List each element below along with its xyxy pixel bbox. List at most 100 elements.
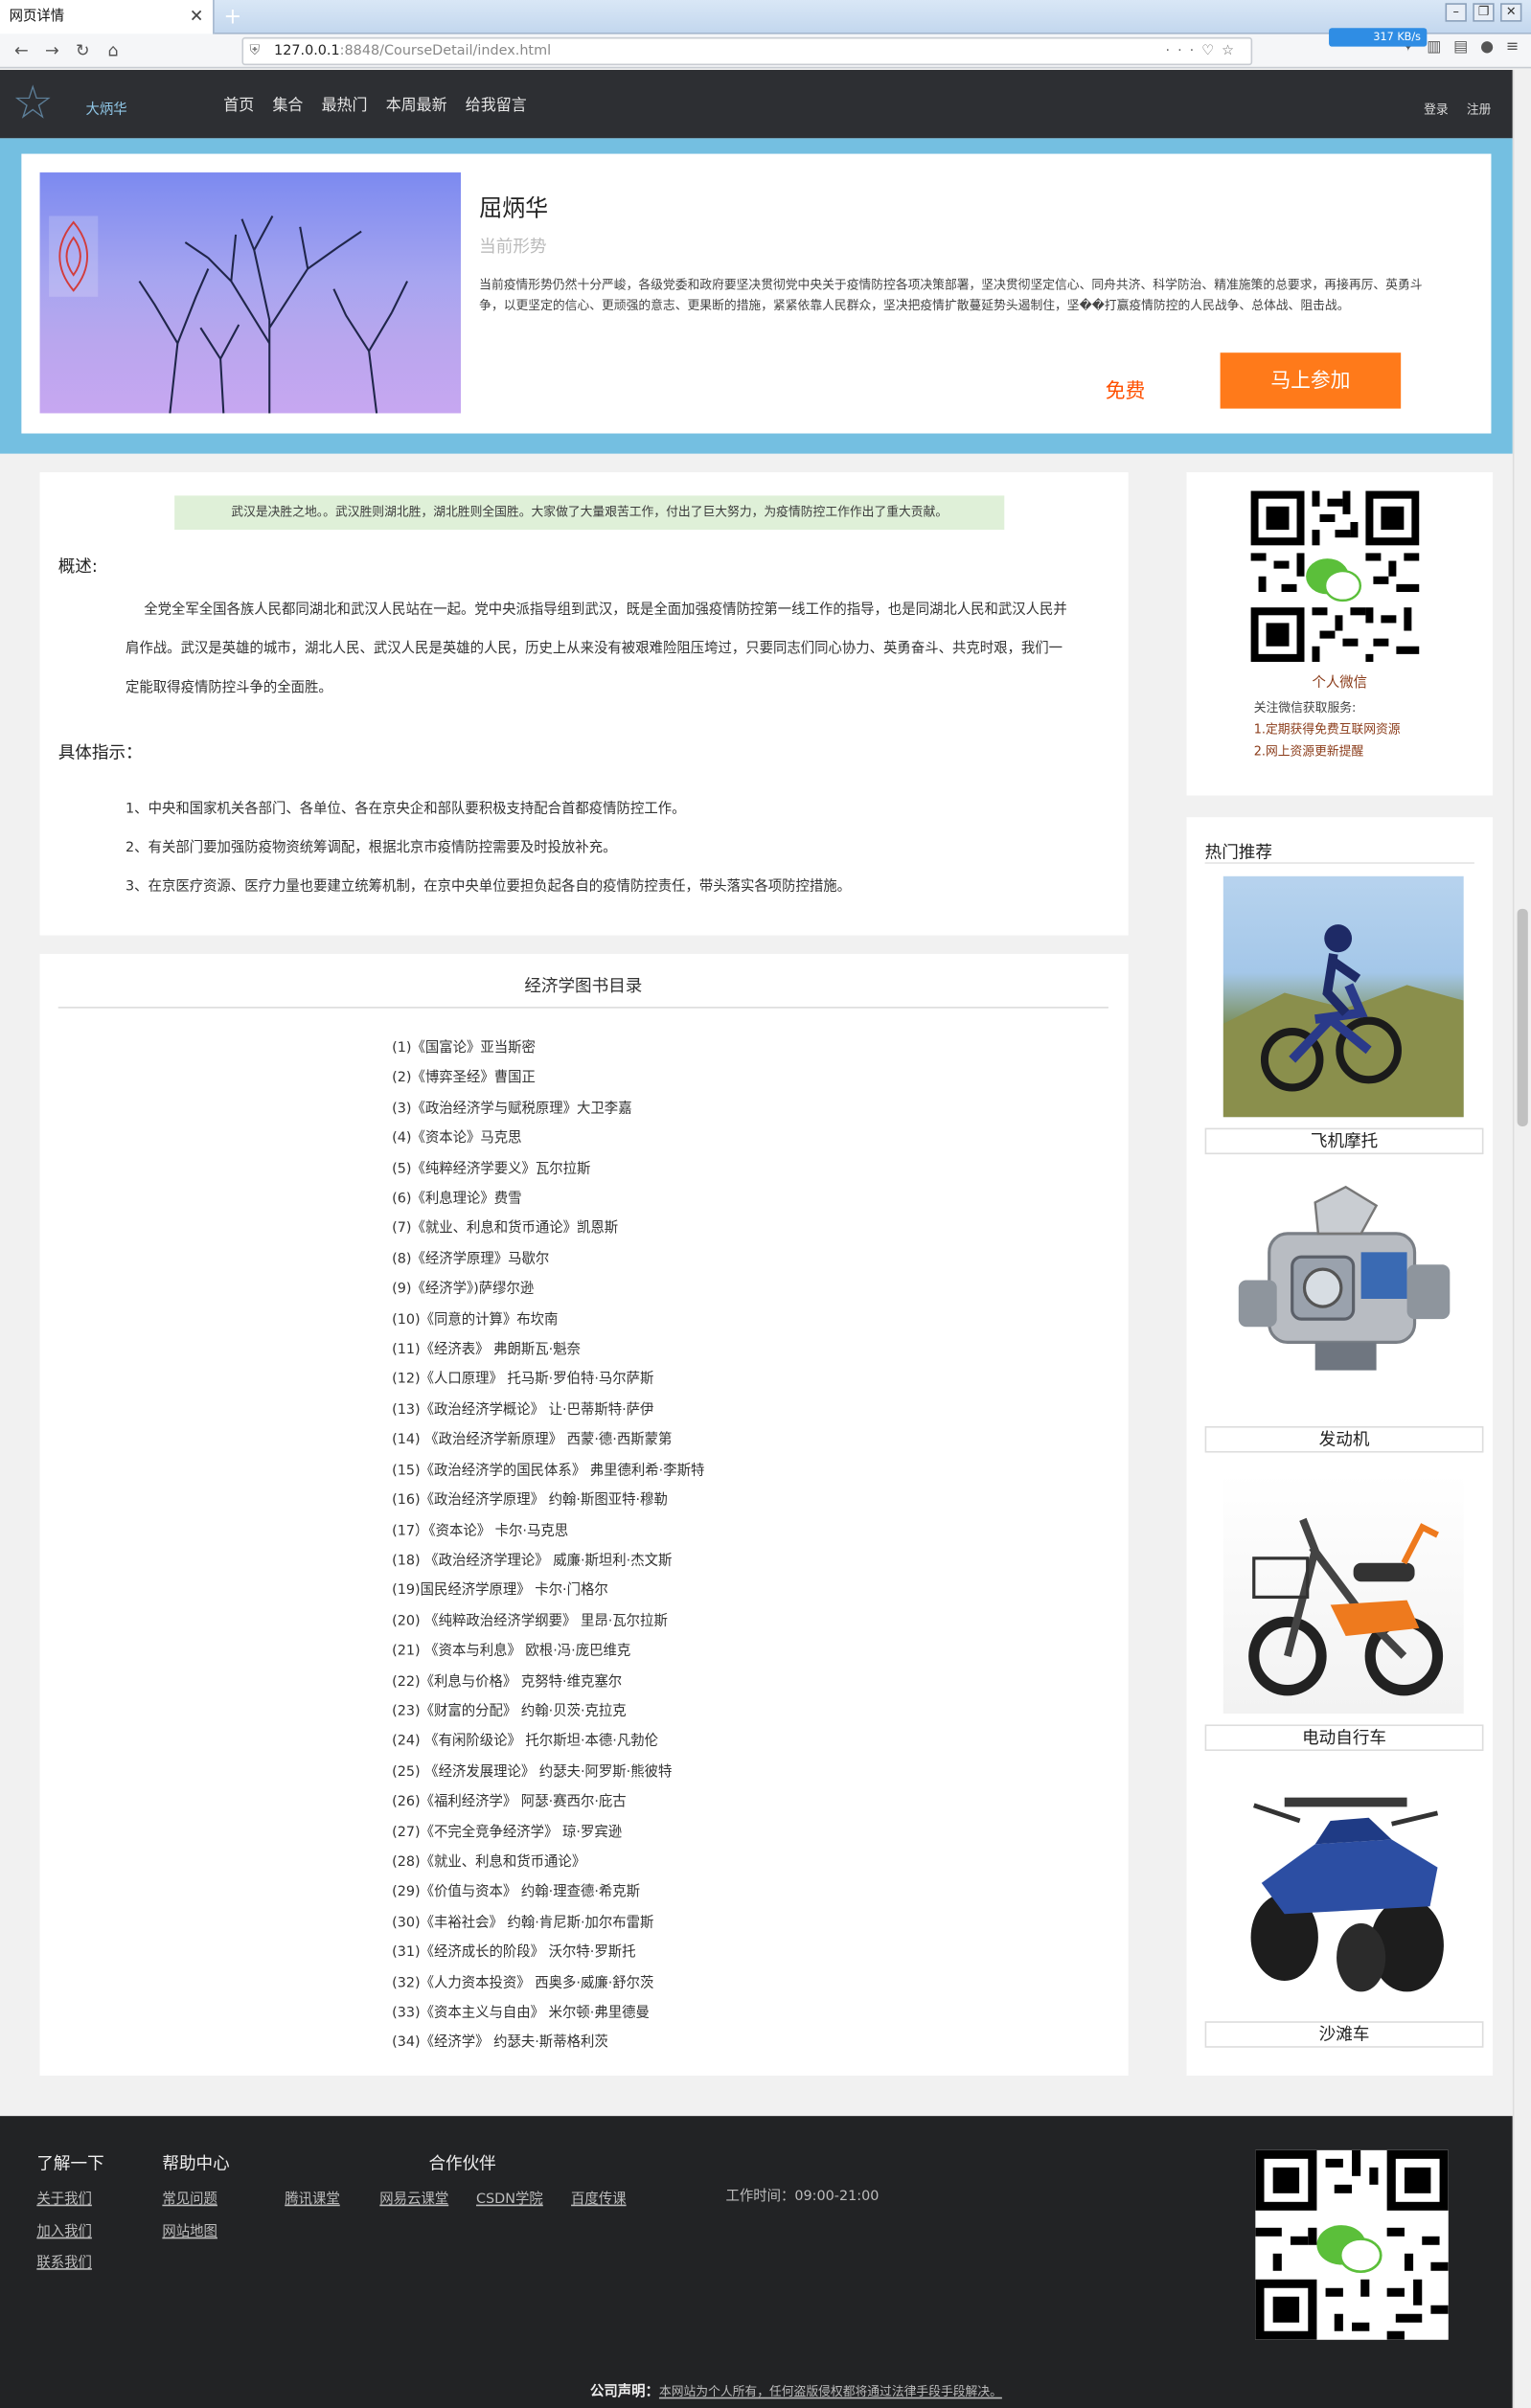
book-item: (2)《博弈圣经》曹国正 bbox=[392, 1071, 536, 1087]
motocross-image[interactable] bbox=[1223, 875, 1464, 1118]
forward-icon[interactable]: → bbox=[40, 39, 65, 64]
join-button[interactable]: 马上参加 bbox=[1220, 352, 1402, 409]
book-item: (11)《经济表》 弗朗斯瓦·魁奈 bbox=[392, 1342, 581, 1358]
directives-list: 1、中央和国家机关各部门、各单位、各在京央企和部队要积极支持配合首都疫情防控工作… bbox=[126, 791, 1106, 908]
book-item: (16)《政治经济学原理》 约翰·斯图亚特·穆勒 bbox=[392, 1492, 668, 1510]
copyright-text: 本网站为个人所有，任何盗版侵权都将通过法律手段手段解决。 bbox=[658, 2384, 1002, 2399]
account-icon[interactable]: ● bbox=[1480, 39, 1494, 57]
footer: 了解一下 关于我们 加入我们 联系我们 帮助中心 常见问题 网站地图 腾讯课堂 … bbox=[0, 2116, 1513, 2408]
price-label: 免费 bbox=[1105, 380, 1146, 404]
shield-icon: ⛨ bbox=[249, 43, 261, 59]
window-controls: – ❐ ✕ bbox=[1445, 3, 1522, 22]
back-icon[interactable]: ← bbox=[10, 39, 34, 64]
booklist-card: 经济学图书目录 (1)《国富论》亚当斯密 (2)《博弈圣经》曹国正 (3)《政治经济… bbox=[39, 953, 1129, 2076]
library-icon[interactable]: ▥ bbox=[1427, 39, 1441, 57]
reload-icon[interactable]: ↻ bbox=[71, 39, 96, 64]
footer-qr-code-icon bbox=[1255, 2149, 1449, 2340]
copyright: 公司声明：本网站为个人所有，任何盗版侵权都将通过法律手段手段解决。 bbox=[0, 2380, 1531, 2400]
auth-links: 登录 注册 bbox=[1424, 101, 1491, 118]
list-item: 2、有关部门要加强防疫物资统筹调配，根据北京市疫情防控需要及时投放补充。 bbox=[126, 840, 617, 856]
star-logo-icon[interactable]: ☆ bbox=[12, 76, 54, 131]
restore-icon[interactable]: ❐ bbox=[1473, 3, 1495, 22]
footer-help-title: 帮助中心 bbox=[162, 2153, 230, 2174]
minimize-icon[interactable]: – bbox=[1445, 3, 1467, 22]
nav-this-week[interactable]: 本周最新 bbox=[386, 92, 447, 115]
hot-title: 热门推荐 bbox=[1204, 842, 1272, 863]
footer-link[interactable]: 百度传课 bbox=[571, 2188, 627, 2208]
book-item: (31)《经济成长的阶段》 沃尔特·罗斯托 bbox=[392, 1945, 636, 1962]
footer-link[interactable]: 加入我们 bbox=[36, 2220, 92, 2240]
browser-tab[interactable]: 网页详情 ✕ bbox=[0, 0, 215, 34]
nav-home[interactable]: 首页 bbox=[223, 92, 254, 115]
login-link[interactable]: 登录 bbox=[1424, 101, 1449, 118]
brand-name[interactable]: 大炳华 bbox=[85, 98, 126, 118]
main-nav: 首页 集合 最热门 本周最新 给我留言 bbox=[223, 92, 526, 115]
scrollbar-thumb[interactable] bbox=[1517, 908, 1528, 1126]
book-item: (22)《利息与价格》 克努特·维克塞尔 bbox=[392, 1673, 623, 1690]
sidebar-icon[interactable]: ▤ bbox=[1453, 39, 1468, 57]
hot-item-label[interactable]: 飞机摩托 bbox=[1204, 1127, 1484, 1155]
course-description: 当前疫情形势仍然十分严峻，各级党委和政府要坚决贯彻党中央关于疫情防控各项决策部署… bbox=[479, 278, 1423, 313]
qr-code-icon bbox=[1250, 490, 1420, 662]
book-item: (17）《资本论》 卡尔·马克思 bbox=[392, 1523, 569, 1539]
book-item: (25) 《经济发展理论》 约瑟夫·阿罗斯·熊彼特 bbox=[392, 1764, 673, 1781]
wechat-info: 关注微信获取服务: 1.定期获得免费互联网资源 2.网上资源更新提醒 bbox=[1254, 697, 1401, 762]
footer-link[interactable]: 常见问题 bbox=[162, 2188, 217, 2208]
register-link[interactable]: 注册 bbox=[1467, 101, 1492, 118]
close-window-icon[interactable]: ✕ bbox=[1500, 3, 1522, 22]
wechat-info-item: 2.网上资源更新提醒 bbox=[1253, 743, 1364, 759]
hot-item-label[interactable]: 电动自行车 bbox=[1204, 1724, 1484, 1751]
footer-link[interactable]: CSDN学院 bbox=[476, 2188, 543, 2208]
book-item: (26)《福利经济学》 阿瑟·赛西尔·庇古 bbox=[392, 1794, 627, 1810]
wechat-info-item: 1.定期获得免费互联网资源 bbox=[1253, 722, 1401, 737]
course-banner: 屈炳华 当前形势 当前疫情形势仍然十分严峻，各级党委和政府要坚决贯彻党中央关于疫… bbox=[0, 138, 1513, 454]
book-item: (32)《人力资本投资》 西奥多·威廉·舒尔茨 bbox=[392, 1975, 654, 1991]
browser-tab-bar: 网页详情 ✕ + – ❐ ✕ bbox=[0, 0, 1531, 34]
footer-link[interactable]: 腾讯课堂 bbox=[285, 2188, 340, 2208]
work-time: 工作时间：09:00-21:00 bbox=[725, 2189, 880, 2205]
page: 网页详情 ✕ + – ❐ ✕ ← → ↻ ⌂ ⛨ 127.0.0.1:8848/… bbox=[0, 0, 1531, 2408]
url-bar[interactable]: ⛨ 127.0.0.1:8848/CourseDetail/index.html… bbox=[241, 36, 1253, 66]
url-host: 127.0.0.1 bbox=[274, 43, 340, 59]
ebike-image[interactable] bbox=[1223, 1472, 1464, 1715]
footer-partner-title: 合作伙伴 bbox=[428, 2153, 496, 2174]
book-item: (1)《国富论》亚当斯密 bbox=[392, 1040, 536, 1056]
book-item: (30)《丰裕社会》 约翰·肯尼斯·加尔布雷斯 bbox=[392, 1915, 654, 1931]
list-item: 3、在京医疗资源、医疗力量也要建立统筹机制，在京中央单位要担负起各自的疫情防控责… bbox=[126, 879, 852, 896]
book-item: (19)国民经济学原理》 卡尔·门格尔 bbox=[392, 1583, 608, 1600]
book-item: (28)《就业、利息和货币通论》 bbox=[392, 1854, 586, 1871]
close-tab-icon[interactable]: ✕ bbox=[190, 0, 204, 34]
book-item: (34)《经济学》 约瑟夫·斯蒂格利茨 bbox=[392, 2035, 608, 2052]
footer-link[interactable]: 关于我们 bbox=[36, 2188, 92, 2208]
url-actions-icon[interactable]: ···♡☆ bbox=[1166, 39, 1242, 64]
engine-image[interactable] bbox=[1223, 1170, 1464, 1413]
nav-hottest[interactable]: 最热门 bbox=[322, 92, 368, 115]
overview-paragraph: 全党全军全国各族人民都同湖北和武汉人民站在一起。党中央派指导组到武汉，既是全面加… bbox=[126, 602, 1067, 696]
book-item: (14) 《政治经济学新原理》 西蒙·德·西斯蒙第 bbox=[392, 1432, 673, 1449]
divider bbox=[57, 1007, 1108, 1009]
book-item: (12)《人口原理》 托马斯·罗伯特·马尔萨斯 bbox=[392, 1372, 654, 1389]
footer-about-title: 了解一下 bbox=[36, 2153, 104, 2174]
footer-link[interactable]: 网易云课堂 bbox=[379, 2188, 448, 2208]
course-title: 屈炳华 bbox=[479, 193, 549, 222]
atv-image[interactable] bbox=[1223, 1774, 1464, 2015]
hot-item-label[interactable]: 发动机 bbox=[1204, 1425, 1484, 1453]
list-item: 1、中央和国家机关各部门、各单位、各在京央企和部队要积极支持配合首都疫情防控工作… bbox=[126, 801, 686, 818]
tree-silhouette-icon bbox=[138, 215, 408, 414]
wechat-caption: 个人微信 bbox=[1312, 675, 1368, 692]
hot-item-label[interactable]: 沙滩车 bbox=[1204, 2021, 1484, 2048]
new-tab-icon[interactable]: + bbox=[220, 0, 245, 34]
nav-collection[interactable]: 集合 bbox=[272, 92, 303, 115]
scrollbar[interactable] bbox=[1512, 69, 1531, 2408]
footer-link[interactable]: 联系我们 bbox=[36, 2251, 92, 2271]
footer-link[interactable]: 网站地图 bbox=[162, 2220, 217, 2240]
notice-banner: 武汉是决胜之地。。武汉胜则湖北胜，湖北胜则全国胜。大家做了大量艰苦工作，付出了巨… bbox=[174, 495, 1005, 531]
directives-heading: 具体指示： bbox=[57, 742, 143, 763]
red-emblem-icon bbox=[49, 216, 99, 297]
menu-icon[interactable]: ≡ bbox=[1506, 39, 1519, 57]
url-path: :8848/CourseDetail/index.html bbox=[339, 43, 552, 59]
book-item: (20) 《纯粹政治经济学纲要》 里昂·瓦尔拉斯 bbox=[392, 1613, 668, 1630]
nav-message[interactable]: 给我留言 bbox=[466, 92, 527, 115]
home-icon[interactable]: ⌂ bbox=[101, 39, 126, 64]
book-item: (5)《纯粹经济学要义》瓦尔拉斯 bbox=[392, 1161, 591, 1177]
